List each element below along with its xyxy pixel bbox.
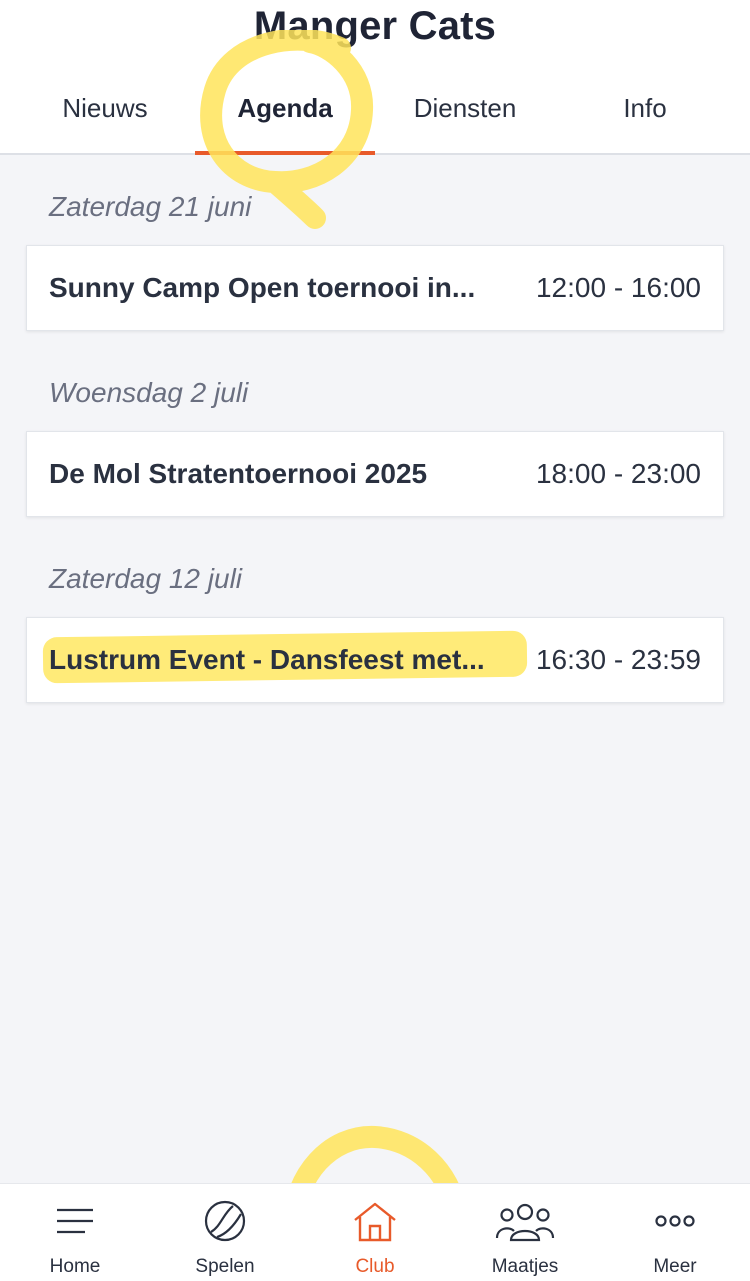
event-time: 16:30 - 23:59 (535, 644, 701, 675)
tennis-ball-icon (204, 1200, 246, 1242)
agenda-item[interactable]: Sunny Camp Open toernooi in... 12:00 - 1… (26, 245, 724, 331)
date-heading: Woensdag 2 juli (49, 377, 249, 408)
nav-label: Maatjes (491, 1256, 559, 1277)
tab-info[interactable]: Info (555, 93, 735, 153)
people-icon (495, 1203, 555, 1242)
date-heading: Zaterdag 21 juni (49, 191, 252, 222)
agenda-item[interactable]: Lustrum Event - Dansfeest met... 16:30 -… (26, 617, 724, 703)
tab-agenda[interactable]: Agenda (195, 93, 375, 155)
nav-label: Club (355, 1256, 395, 1277)
nav-spelen[interactable]: Spelen (150, 1184, 300, 1281)
more-dots-icon (655, 1215, 695, 1227)
page-title: Manger Cats (253, 4, 497, 48)
nav-maatjes[interactable]: Maatjes (450, 1184, 600, 1281)
nav-home[interactable]: Home (0, 1184, 150, 1281)
event-time: 18:00 - 23:00 (535, 458, 701, 489)
nav-label: Spelen (195, 1256, 255, 1277)
nav-label: Meer (653, 1256, 697, 1277)
event-time: 12:00 - 16:00 (535, 272, 701, 303)
tab-bar: Nieuws Agenda Diensten Info (0, 93, 750, 155)
tab-diensten[interactable]: Diensten (375, 93, 555, 153)
event-title: Sunny Camp Open toernooi in... (49, 272, 476, 303)
agenda-item[interactable]: De Mol Stratentoernooi 2025 18:00 - 23:0… (26, 431, 724, 517)
tab-nieuws[interactable]: Nieuws (15, 93, 195, 153)
event-title: De Mol Stratentoernooi 2025 (49, 458, 428, 489)
nav-label: Home (49, 1256, 101, 1277)
nav-club[interactable]: Club (300, 1184, 450, 1281)
event-title: Lustrum Event - Dansfeest met... (49, 644, 485, 675)
app-header: Manger Cats Nieuws Agenda Diensten Info (0, 0, 750, 155)
menu-icon (57, 1208, 93, 1234)
nav-meer[interactable]: Meer (600, 1184, 750, 1281)
date-heading: Zaterdag 12 juli (49, 563, 243, 594)
bottom-navigation: Home Spelen Club Maatjes Meer (0, 1183, 750, 1281)
house-icon (354, 1202, 396, 1242)
